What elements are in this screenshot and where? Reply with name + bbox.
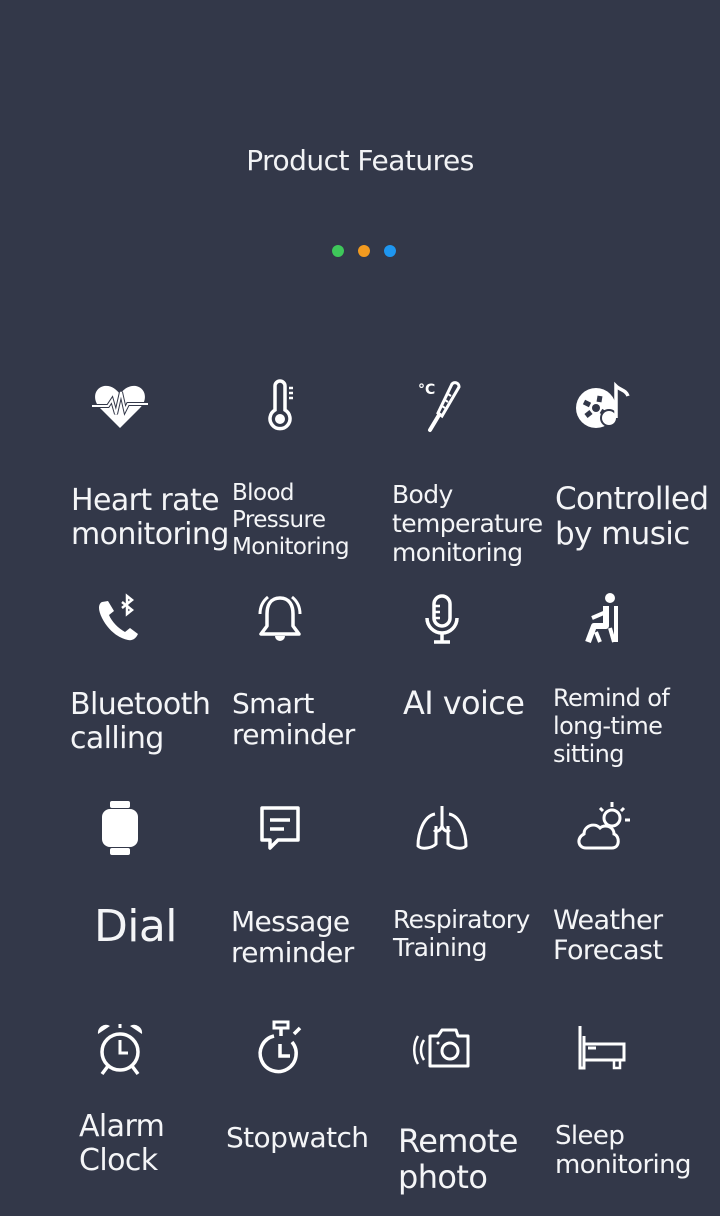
body-temperature-icon: °C [410, 374, 474, 438]
feature-label-ai-voice: AI voice [403, 684, 525, 722]
message-icon [248, 796, 312, 860]
feature-label-weather: Weather Forecast [553, 905, 663, 967]
feature-label-respiratory: Respiratory Training [393, 905, 530, 962]
feature-label-music: Controlled by music [555, 481, 709, 552]
bell-icon [248, 588, 312, 652]
bed-icon [570, 1016, 634, 1080]
lungs-icon [410, 796, 474, 860]
bluetooth-call-icon [88, 588, 152, 652]
feature-label-blood-pressure: Blood Pressure Monitoring [232, 480, 350, 560]
microphone-icon [410, 588, 474, 652]
feature-label-stopwatch: Stopwatch [226, 1121, 369, 1154]
feature-label-alarm: Alarm Clock [79, 1109, 165, 1178]
heart-rate-icon [88, 374, 152, 438]
feature-label-smart-reminder: Smart reminder [232, 687, 355, 752]
weather-icon [570, 796, 634, 860]
watch-icon [88, 796, 152, 860]
dot-blue [384, 245, 396, 257]
pagination-dots [332, 245, 396, 257]
feature-label-message: Message reminder [231, 905, 354, 970]
page-title: Product Features [246, 144, 474, 177]
feature-label-dial: Dial [94, 901, 178, 952]
feature-label-remote-photo: Remote photo [398, 1122, 518, 1196]
stopwatch-icon [248, 1016, 312, 1080]
feature-label-sitting: Remind of long-time sitting [553, 684, 670, 769]
feature-label-heart-rate: Heart rate monitoring [71, 483, 229, 552]
alarm-clock-icon [88, 1016, 152, 1080]
dot-green [332, 245, 344, 257]
thermometer-icon [248, 374, 312, 438]
dot-orange [358, 245, 370, 257]
music-disc-icon [570, 374, 634, 438]
feature-label-body-temperature: Body temperature monitoring [392, 480, 543, 567]
feature-label-sleep: Sleep monitoring [555, 1121, 692, 1181]
svg-text:°C: °C [418, 382, 435, 398]
feature-label-bluetooth: Bluetooth calling [70, 687, 211, 756]
sitting-person-icon [570, 588, 634, 652]
camera-icon [410, 1016, 474, 1080]
